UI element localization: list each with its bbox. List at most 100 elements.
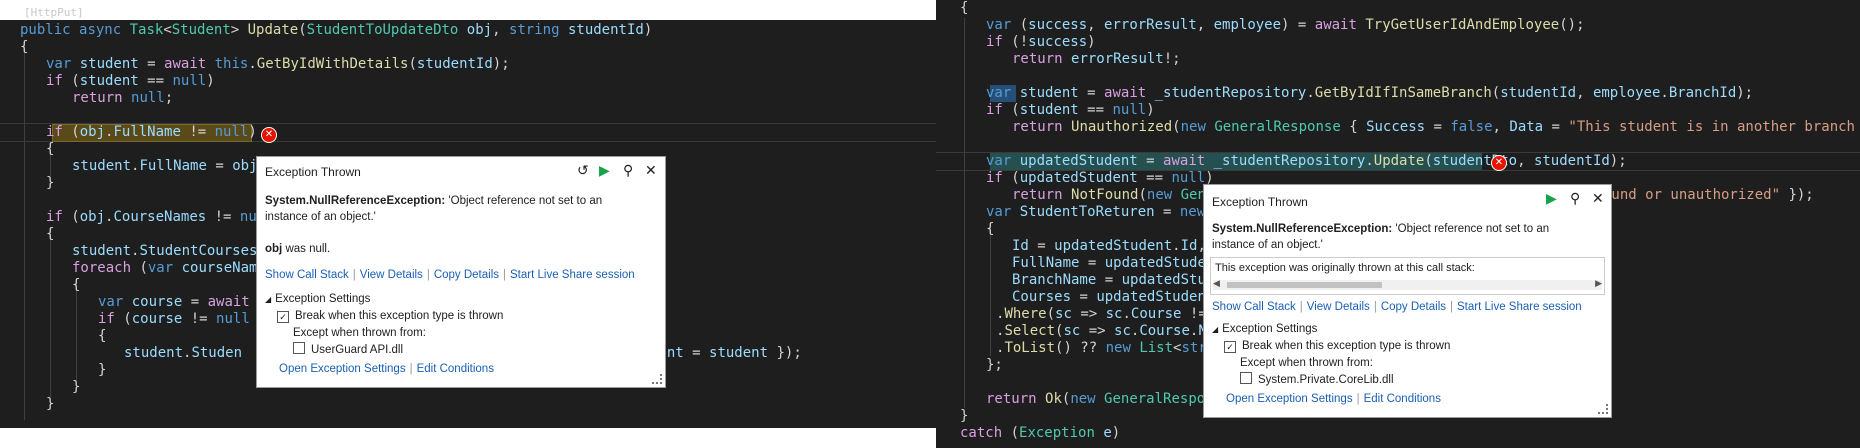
show-call-stack-link[interactable]: Show Call Stack — [1212, 301, 1296, 313]
code-token: student — [79, 56, 139, 72]
collapse-icon[interactable]: ◢ — [1212, 325, 1218, 334]
code-line: { — [72, 277, 80, 294]
code-line: } — [46, 175, 54, 192]
code-token: if — [986, 102, 1012, 118]
code-token: studentId — [567, 22, 644, 38]
code-token: = — [206, 158, 233, 174]
resize-grip[interactable] — [652, 374, 662, 384]
code-token: if — [986, 170, 1012, 186]
error-icon[interactable]: ✕ — [261, 127, 277, 143]
code-line: { — [986, 221, 994, 238]
code-line: var student = await _studentRepository.G… — [986, 85, 1753, 102]
code-token: catch — [960, 425, 1011, 441]
code-line: { — [46, 226, 54, 243]
attribute-fragment: [HttpPut] — [24, 6, 84, 19]
live-share-link[interactable]: Start Live Share session — [510, 269, 635, 281]
right-code-editor[interactable]: { var (success, errorResult, employee) = … — [936, 0, 1860, 448]
continue-icon[interactable]: ▶ — [1546, 189, 1557, 207]
code-token: FullName — [1012, 255, 1080, 271]
code-token: if — [986, 34, 1012, 50]
code-token: }; — [986, 357, 1003, 373]
call-stack-label: This exception was originally thrown at … — [1215, 262, 1475, 274]
code-token: await — [164, 56, 215, 72]
code-token: sc — [1055, 306, 1072, 322]
scroll-thumb[interactable] — [1227, 282, 1382, 288]
code-token: new — [1180, 119, 1215, 135]
continue-icon[interactable]: ▶ — [599, 161, 610, 179]
code-token: { — [1340, 119, 1367, 135]
open-exception-settings-link[interactable]: Open Exception Settings — [1226, 393, 1353, 405]
code-token: ) — [248, 124, 257, 140]
copy-details-link[interactable]: Copy Details — [1381, 301, 1446, 313]
code-token: ( — [1172, 119, 1181, 135]
live-share-link[interactable]: Start Live Share session — [1457, 301, 1582, 313]
code-token: Update — [1373, 153, 1425, 169]
module-checkbox[interactable] — [293, 342, 305, 354]
code-token: { — [46, 226, 55, 242]
action-links: Show Call Stack | View Details | Copy Detail… — [1212, 301, 1582, 313]
code-token: student — [79, 73, 139, 89]
break-checkbox[interactable]: ✓ — [1224, 341, 1236, 353]
code-line: ound or unauthorized" }); — [1603, 187, 1814, 204]
exception-popup-right: Exception Thrown ▶ ⚲ ✕ System.NullRefere… — [1203, 184, 1612, 418]
code-token: ); — [1609, 153, 1627, 169]
view-details-link[interactable]: View Details — [1307, 301, 1370, 313]
pin-icon[interactable]: ⚲ — [1570, 189, 1580, 207]
code-token: GeneralRespon — [1104, 391, 1214, 407]
code-token: ToList — [1004, 340, 1056, 356]
close-icon[interactable]: ✕ — [645, 161, 657, 179]
code-token: }); — [768, 345, 802, 361]
code-token: < — [163, 22, 172, 38]
code-line: { — [98, 328, 106, 345]
break-label: Break when this exception type is thrown — [1242, 340, 1451, 352]
code-token: = — [182, 294, 208, 310]
code-token: , — [1576, 85, 1593, 101]
edit-conditions-link[interactable]: Edit Conditions — [1364, 393, 1441, 405]
module-checkbox[interactable] — [1240, 372, 1252, 384]
code-token: () ?? — [1055, 340, 1106, 356]
error-icon[interactable]: ✕ — [1491, 155, 1507, 171]
code-token: var — [98, 294, 132, 310]
exception-detail: obj was null. — [265, 241, 330, 257]
code-line: Courses = updatedStuden — [1012, 289, 1206, 306]
code-token: _studentRepository — [1154, 85, 1307, 101]
code-line: var (success, errorResult, employee) = a… — [986, 17, 1585, 34]
code-token: }); — [1780, 187, 1814, 203]
code-token: Unauthorized — [1071, 119, 1173, 135]
code-token: = — [1028, 238, 1055, 254]
code-token: = — [1071, 289, 1097, 305]
copy-details-link[interactable]: Copy Details — [434, 269, 499, 281]
scroll-left-icon[interactable]: ◀ — [1213, 278, 1220, 289]
show-call-stack-link[interactable]: Show Call Stack — [265, 269, 349, 281]
close-icon[interactable]: ✕ — [1592, 189, 1604, 207]
code-token: sc — [1114, 323, 1131, 339]
pin-icon[interactable]: ⚲ — [623, 161, 633, 179]
code-token: Courses — [1012, 289, 1072, 305]
code-token: ( — [1424, 153, 1433, 169]
edit-conditions-link[interactable]: Edit Conditions — [417, 363, 494, 375]
code-token: != — [180, 124, 215, 140]
code-token: updatedStude — [1104, 255, 1206, 271]
module-label: UserGuard API.dll — [311, 344, 404, 356]
code-token: var — [147, 260, 182, 276]
history-icon[interactable]: ↺ — [577, 161, 589, 179]
view-details-link[interactable]: View Details — [360, 269, 423, 281]
scroll-right-icon[interactable]: ▶ — [1595, 278, 1602, 289]
code-token: GetByIdIfInSameBranch — [1314, 85, 1492, 101]
open-exception-settings-link[interactable]: Open Exception Settings — [279, 363, 406, 375]
code-token: ) — [1146, 102, 1155, 118]
code-token: var — [986, 204, 1020, 220]
bottom-links: Open Exception Settings | Edit Conditions — [279, 363, 494, 375]
left-code-editor[interactable]: [HttpPut] public async Task<Student> Upd… — [0, 0, 936, 428]
collapse-icon[interactable]: ◢ — [265, 295, 271, 304]
code-token: return — [72, 90, 132, 106]
code-line: } — [960, 408, 968, 425]
code-token: ( — [123, 311, 132, 327]
horizontal-scrollbar[interactable]: ◀ ▶ — [1213, 278, 1602, 290]
code-token: new — [1179, 204, 1206, 220]
resize-grip[interactable] — [1598, 404, 1608, 414]
indent-guide — [50, 227, 51, 397]
break-checkbox[interactable]: ✓ — [277, 311, 289, 323]
code-token: ; — [164, 90, 174, 106]
code-token: employee — [1213, 17, 1282, 33]
